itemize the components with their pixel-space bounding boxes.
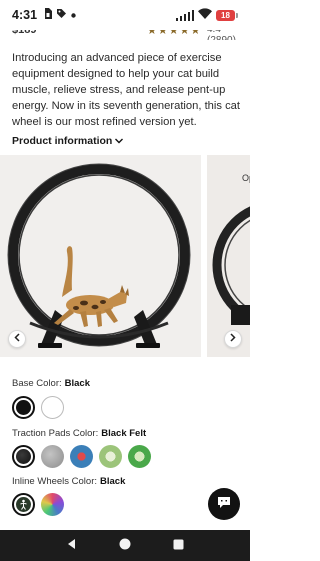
base-color-swatch-black[interactable] xyxy=(12,396,35,419)
wifi-icon xyxy=(198,8,212,22)
base-color-value: Black xyxy=(64,378,90,389)
tag-icon xyxy=(56,8,67,22)
product-gallery[interactable]: Op xyxy=(0,155,250,357)
battery-icon: 18 xyxy=(216,9,238,21)
inline-wheels-label: Inline Wheels Color: xyxy=(12,476,98,487)
base-color-label: Base Color: xyxy=(12,378,62,389)
chevron-down-icon xyxy=(115,135,124,147)
clock: 4:31 xyxy=(12,8,38,22)
chevron-left-icon xyxy=(14,333,20,345)
next-slide-image xyxy=(212,206,250,325)
traction-pads-option: Traction Pads Color: Black Felt xyxy=(12,428,146,439)
chat-bubble-icon xyxy=(216,495,232,514)
traction-pads-label: Traction Pads Color: xyxy=(12,428,99,439)
next-slide-label: Op xyxy=(242,173,250,183)
base-color-swatch-white[interactable] xyxy=(41,396,64,419)
sim-card-icon xyxy=(44,8,53,22)
inline-wheels-value: Black xyxy=(100,476,126,487)
system-navigation-bar xyxy=(0,530,250,561)
status-bar: 4:31 18 xyxy=(0,0,250,30)
traction-pad-swatch-green-pattern[interactable] xyxy=(128,445,151,468)
gallery-slide-next[interactable]: Op xyxy=(207,155,250,357)
traction-pad-swatch-red-blue[interactable] xyxy=(70,445,93,468)
battery-level: 18 xyxy=(216,9,235,21)
inline-wheels-swatch-multicolor[interactable] xyxy=(41,493,64,516)
gallery-prev-button[interactable] xyxy=(8,330,26,348)
inline-wheels-swatch-black[interactable] xyxy=(12,493,35,516)
traction-pad-swatch-gray[interactable] xyxy=(41,445,64,468)
traction-pad-swatch-black-felt[interactable] xyxy=(12,445,35,468)
gallery-slide-main[interactable] xyxy=(0,155,201,357)
dot-icon xyxy=(71,10,76,21)
cat-figure xyxy=(54,246,129,327)
traction-pad-swatch-green-leaf[interactable] xyxy=(99,445,122,468)
back-triangle-icon[interactable] xyxy=(66,537,78,555)
signal-icon xyxy=(175,9,194,21)
inline-wheels-option: Inline Wheels Color: Black xyxy=(12,476,125,487)
chat-button[interactable] xyxy=(208,488,240,520)
gallery-next-button[interactable] xyxy=(224,330,242,348)
recents-square-icon[interactable] xyxy=(173,537,184,555)
product-information-label: Product information xyxy=(12,135,113,147)
chevron-right-icon xyxy=(230,333,236,345)
home-circle-icon[interactable] xyxy=(119,537,131,555)
traction-pads-value: Black Felt xyxy=(101,428,147,439)
base-color-option: Base Color: Black xyxy=(12,378,90,389)
product-information-toggle[interactable]: Product information xyxy=(12,135,124,147)
product-description: Introducing an advanced piece of exercis… xyxy=(12,52,241,128)
cat-wheel-image xyxy=(7,163,191,348)
wheel-figure-icon xyxy=(20,499,27,510)
